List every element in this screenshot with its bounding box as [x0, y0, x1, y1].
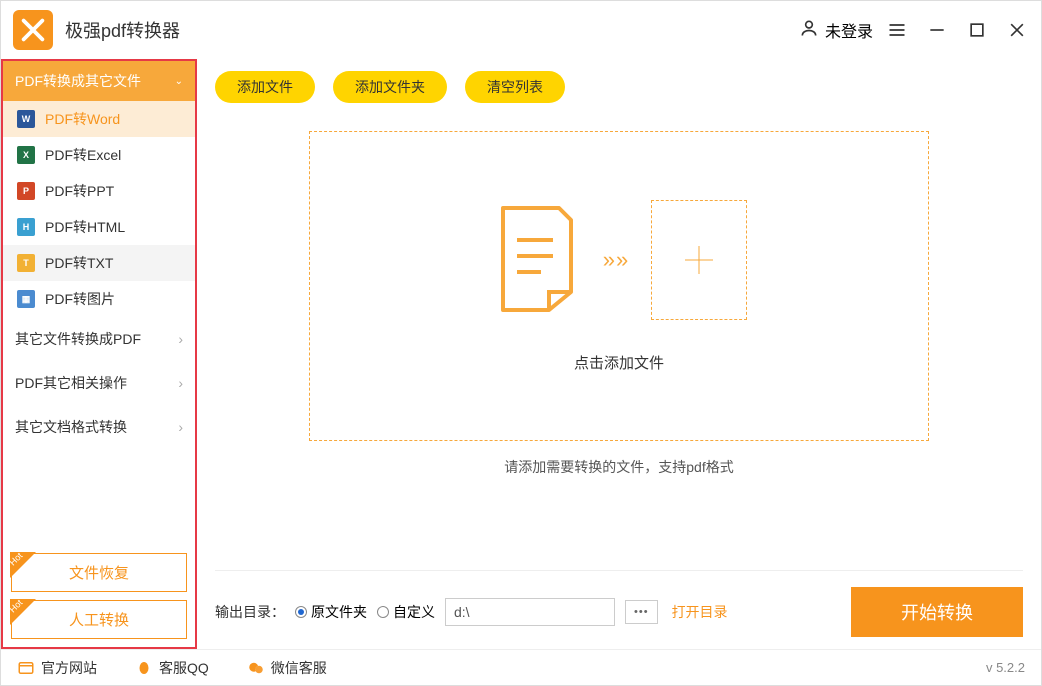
footer-label: 官方网站	[41, 658, 97, 678]
user-icon	[799, 18, 819, 43]
add-file-button[interactable]: 添加文件	[215, 71, 315, 103]
html-icon: H	[17, 218, 35, 236]
sidebar-item-label: PDF转TXT	[45, 253, 113, 273]
category-label: 其它文件转换成PDF	[15, 329, 141, 349]
login-status: 未登录	[825, 18, 873, 42]
output-row: 输出目录： 原文件夹 自定义 ••• 打开目录 开始转换	[215, 570, 1023, 637]
sidebar-item-pdf-to-excel[interactable]: X PDF转Excel	[3, 137, 195, 173]
qq-icon	[135, 659, 153, 677]
sidebar-item-pdf-to-html[interactable]: H PDF转HTML	[3, 209, 195, 245]
drop-cta-text: 点击添加文件	[574, 352, 664, 373]
chevron-right-icon: ›	[178, 375, 183, 391]
sidebar-item-label: PDF转HTML	[45, 217, 125, 237]
titlebar: 极强pdf转换器 未登录	[1, 1, 1041, 59]
wechat-icon	[247, 659, 265, 677]
manual-convert-button[interactable]: Hot 人工转换	[11, 600, 187, 639]
file-recovery-button[interactable]: Hot 文件恢复	[11, 553, 187, 592]
add-folder-button[interactable]: 添加文件夹	[333, 71, 447, 103]
radio-label: 自定义	[393, 602, 435, 622]
footer: 官方网站 客服QQ 微信客服 v 5.2.2	[1, 649, 1041, 685]
app-title: 极强pdf转换器	[65, 17, 180, 43]
clear-list-button[interactable]: 清空列表	[465, 71, 565, 103]
ppt-icon: P	[17, 182, 35, 200]
radio-original-folder[interactable]: 原文件夹	[295, 602, 367, 622]
arrows-icon: »»	[603, 247, 629, 273]
wechat-support-link[interactable]: 微信客服	[247, 658, 327, 678]
main-panel: 添加文件 添加文件夹 清空列表 »»	[197, 59, 1041, 649]
open-directory-link[interactable]: 打开目录	[672, 602, 728, 622]
category-pdf-operations[interactable]: PDF其它相关操作 ›	[3, 361, 195, 405]
official-website-link[interactable]: 官方网站	[17, 658, 97, 678]
start-convert-button[interactable]: 开始转换	[851, 587, 1023, 637]
sidebar-item-pdf-to-ppt[interactable]: P PDF转PPT	[3, 173, 195, 209]
menu-button[interactable]	[885, 18, 909, 42]
word-icon: W	[17, 110, 35, 128]
sidebar-item-pdf-to-txt[interactable]: T PDF转TXT	[3, 245, 195, 281]
radio-label: 原文件夹	[311, 602, 367, 622]
add-placeholder	[651, 200, 747, 320]
radio-custom-folder[interactable]: 自定义	[377, 602, 435, 622]
browse-button[interactable]: •••	[625, 600, 658, 624]
category-label: PDF其它相关操作	[15, 373, 127, 393]
output-path-input[interactable]	[445, 598, 615, 626]
drop-area[interactable]: »» 点击添加文件	[309, 131, 929, 441]
file-recovery-label: 文件恢复	[69, 565, 129, 582]
category-other-formats[interactable]: 其它文档格式转换 ›	[3, 405, 195, 449]
category-label: PDF转换成其它文件	[15, 71, 141, 91]
radio-icon	[295, 606, 307, 618]
footer-label: 微信客服	[271, 658, 327, 678]
excel-icon: X	[17, 146, 35, 164]
sidebar-item-pdf-to-image[interactable]: ▦ PDF转图片	[3, 281, 195, 317]
toolbar: 添加文件 添加文件夹 清空列表	[215, 71, 1023, 103]
qq-support-link[interactable]: 客服QQ	[135, 658, 209, 678]
sidebar-item-label: PDF转Excel	[45, 145, 121, 165]
sidebar-item-pdf-to-word[interactable]: W PDF转Word	[3, 101, 195, 137]
image-icon: ▦	[17, 290, 35, 308]
txt-icon: T	[17, 254, 35, 272]
minimize-button[interactable]	[925, 18, 949, 42]
globe-icon	[17, 659, 35, 677]
version-text: v 5.2.2	[986, 660, 1025, 675]
chevron-right-icon: ›	[178, 331, 183, 347]
category-other-to-pdf[interactable]: 其它文件转换成PDF ›	[3, 317, 195, 361]
hot-badge-icon: Hot	[10, 599, 36, 625]
hot-badge-icon: Hot	[10, 552, 36, 578]
manual-convert-label: 人工转换	[69, 612, 129, 629]
close-button[interactable]	[1005, 18, 1029, 42]
sidebar-item-label: PDF转Word	[45, 109, 120, 129]
radio-icon	[377, 606, 389, 618]
sidebar-item-label: PDF转图片	[45, 289, 115, 309]
sidebar: PDF转换成其它文件 ⌄ W PDF转Word X PDF转Excel P PD…	[1, 59, 197, 649]
output-label: 输出目录：	[215, 602, 285, 622]
hint-text: 请添加需要转换的文件，支持pdf格式	[215, 457, 1023, 477]
chevron-right-icon: ›	[178, 419, 183, 435]
footer-label: 客服QQ	[159, 658, 209, 678]
sidebar-item-label: PDF转PPT	[45, 181, 114, 201]
window-controls	[885, 18, 1029, 42]
app-logo	[13, 10, 53, 50]
maximize-button[interactable]	[965, 18, 989, 42]
category-pdf-to-other[interactable]: PDF转换成其它文件 ⌄	[3, 61, 195, 101]
document-icon	[491, 202, 581, 317]
category-label: 其它文档格式转换	[15, 417, 127, 437]
chevron-down-icon: ⌄	[175, 76, 183, 87]
login-button[interactable]: 未登录	[799, 18, 873, 43]
